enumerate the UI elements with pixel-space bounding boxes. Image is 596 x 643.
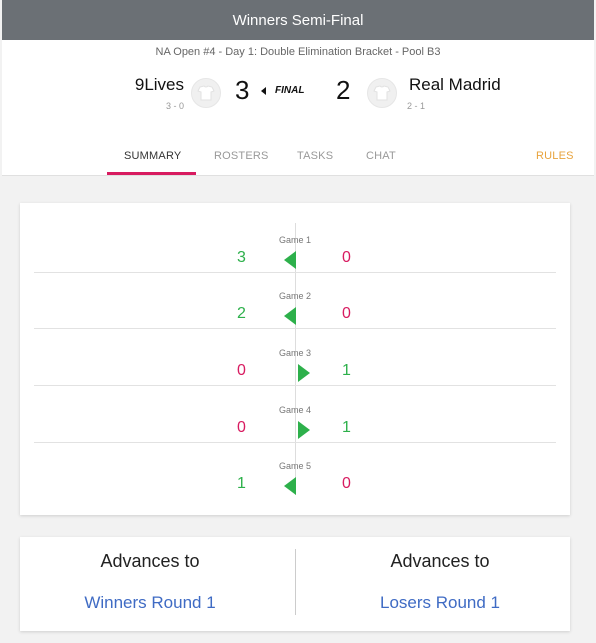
team-left-logo-icon <box>191 78 221 108</box>
game-score-left: 0 <box>237 362 246 379</box>
page-title: Winners Semi-Final <box>2 0 594 40</box>
game-score-right: 1 <box>342 419 351 436</box>
game-label: Game 5 <box>278 461 311 471</box>
game-row: Game 5 1 0 <box>34 443 556 499</box>
team-left-name[interactable]: 9Lives <box>135 75 184 95</box>
game-label: Game 4 <box>278 405 311 415</box>
tab-chat[interactable]: CHAT <box>366 150 396 162</box>
game-row: Game 4 0 1 <box>34 387 556 443</box>
game-row: Game 2 2 0 <box>34 273 556 329</box>
losers-round-link[interactable]: Losers Round 1 <box>310 593 570 613</box>
team-right-score: 2 <box>336 75 351 105</box>
arrow-left-icon <box>284 477 296 495</box>
game-label: Game 1 <box>278 235 311 245</box>
game-score-left: 0 <box>237 419 246 436</box>
match-header: NA Open #4 - Day 1: Double Elimination B… <box>2 40 594 176</box>
arrow-left-icon <box>284 307 296 325</box>
game-row: Game 3 0 1 <box>34 330 556 386</box>
team-right-record: 2 - 1 <box>407 101 426 111</box>
match-page: Winners Semi-Final NA Open #4 - Day 1: D… <box>2 0 594 643</box>
game-score-left: 3 <box>237 249 246 266</box>
game-score-left: 2 <box>237 305 246 322</box>
winner-indicator-icon <box>261 86 266 95</box>
event-subtitle: NA Open #4 - Day 1: Double Elimination B… <box>155 46 441 58</box>
tab-rosters[interactable]: ROSTERS <box>214 150 269 162</box>
team-right-logo-icon <box>367 78 397 108</box>
arrow-right-icon <box>298 421 310 439</box>
game-label: Game 3 <box>278 348 311 358</box>
advances-to-heading-right: Advances to <box>390 551 490 571</box>
games-summary-card: Game 1 3 0 Game 2 2 0 Game 3 0 1 Game 4 0 1 Game 5 1 0 <box>20 203 570 515</box>
tab-rules[interactable]: RULES <box>536 150 574 162</box>
game-score-right: 0 <box>342 475 351 492</box>
advancement-card: Advances to Winners Round 1 Advances to … <box>20 537 570 631</box>
game-score-right: 0 <box>342 305 351 322</box>
arrow-left-icon <box>284 251 296 269</box>
team-left-record: 3 - 0 <box>165 101 184 111</box>
match-status: FINAL <box>261 85 304 96</box>
team-left-score: 3 <box>235 75 250 105</box>
final-label: FINAL <box>275 85 305 96</box>
advances-to-heading-left: Advances to <box>100 551 200 571</box>
advancement-divider <box>295 549 296 615</box>
tab-tasks[interactable]: TASKS <box>297 150 333 162</box>
team-right-name[interactable]: Real Madrid <box>409 75 501 95</box>
tab-summary[interactable]: SUMMARY <box>124 150 181 162</box>
game-score-right: 0 <box>342 249 351 266</box>
winners-round-link[interactable]: Winners Round 1 <box>20 593 280 613</box>
active-tab-indicator <box>107 172 196 175</box>
game-score-left: 1 <box>237 475 246 492</box>
game-score-right: 1 <box>342 362 351 379</box>
arrow-right-icon <box>298 364 310 382</box>
game-row: Game 1 3 0 <box>34 217 556 273</box>
game-label: Game 2 <box>278 291 311 301</box>
